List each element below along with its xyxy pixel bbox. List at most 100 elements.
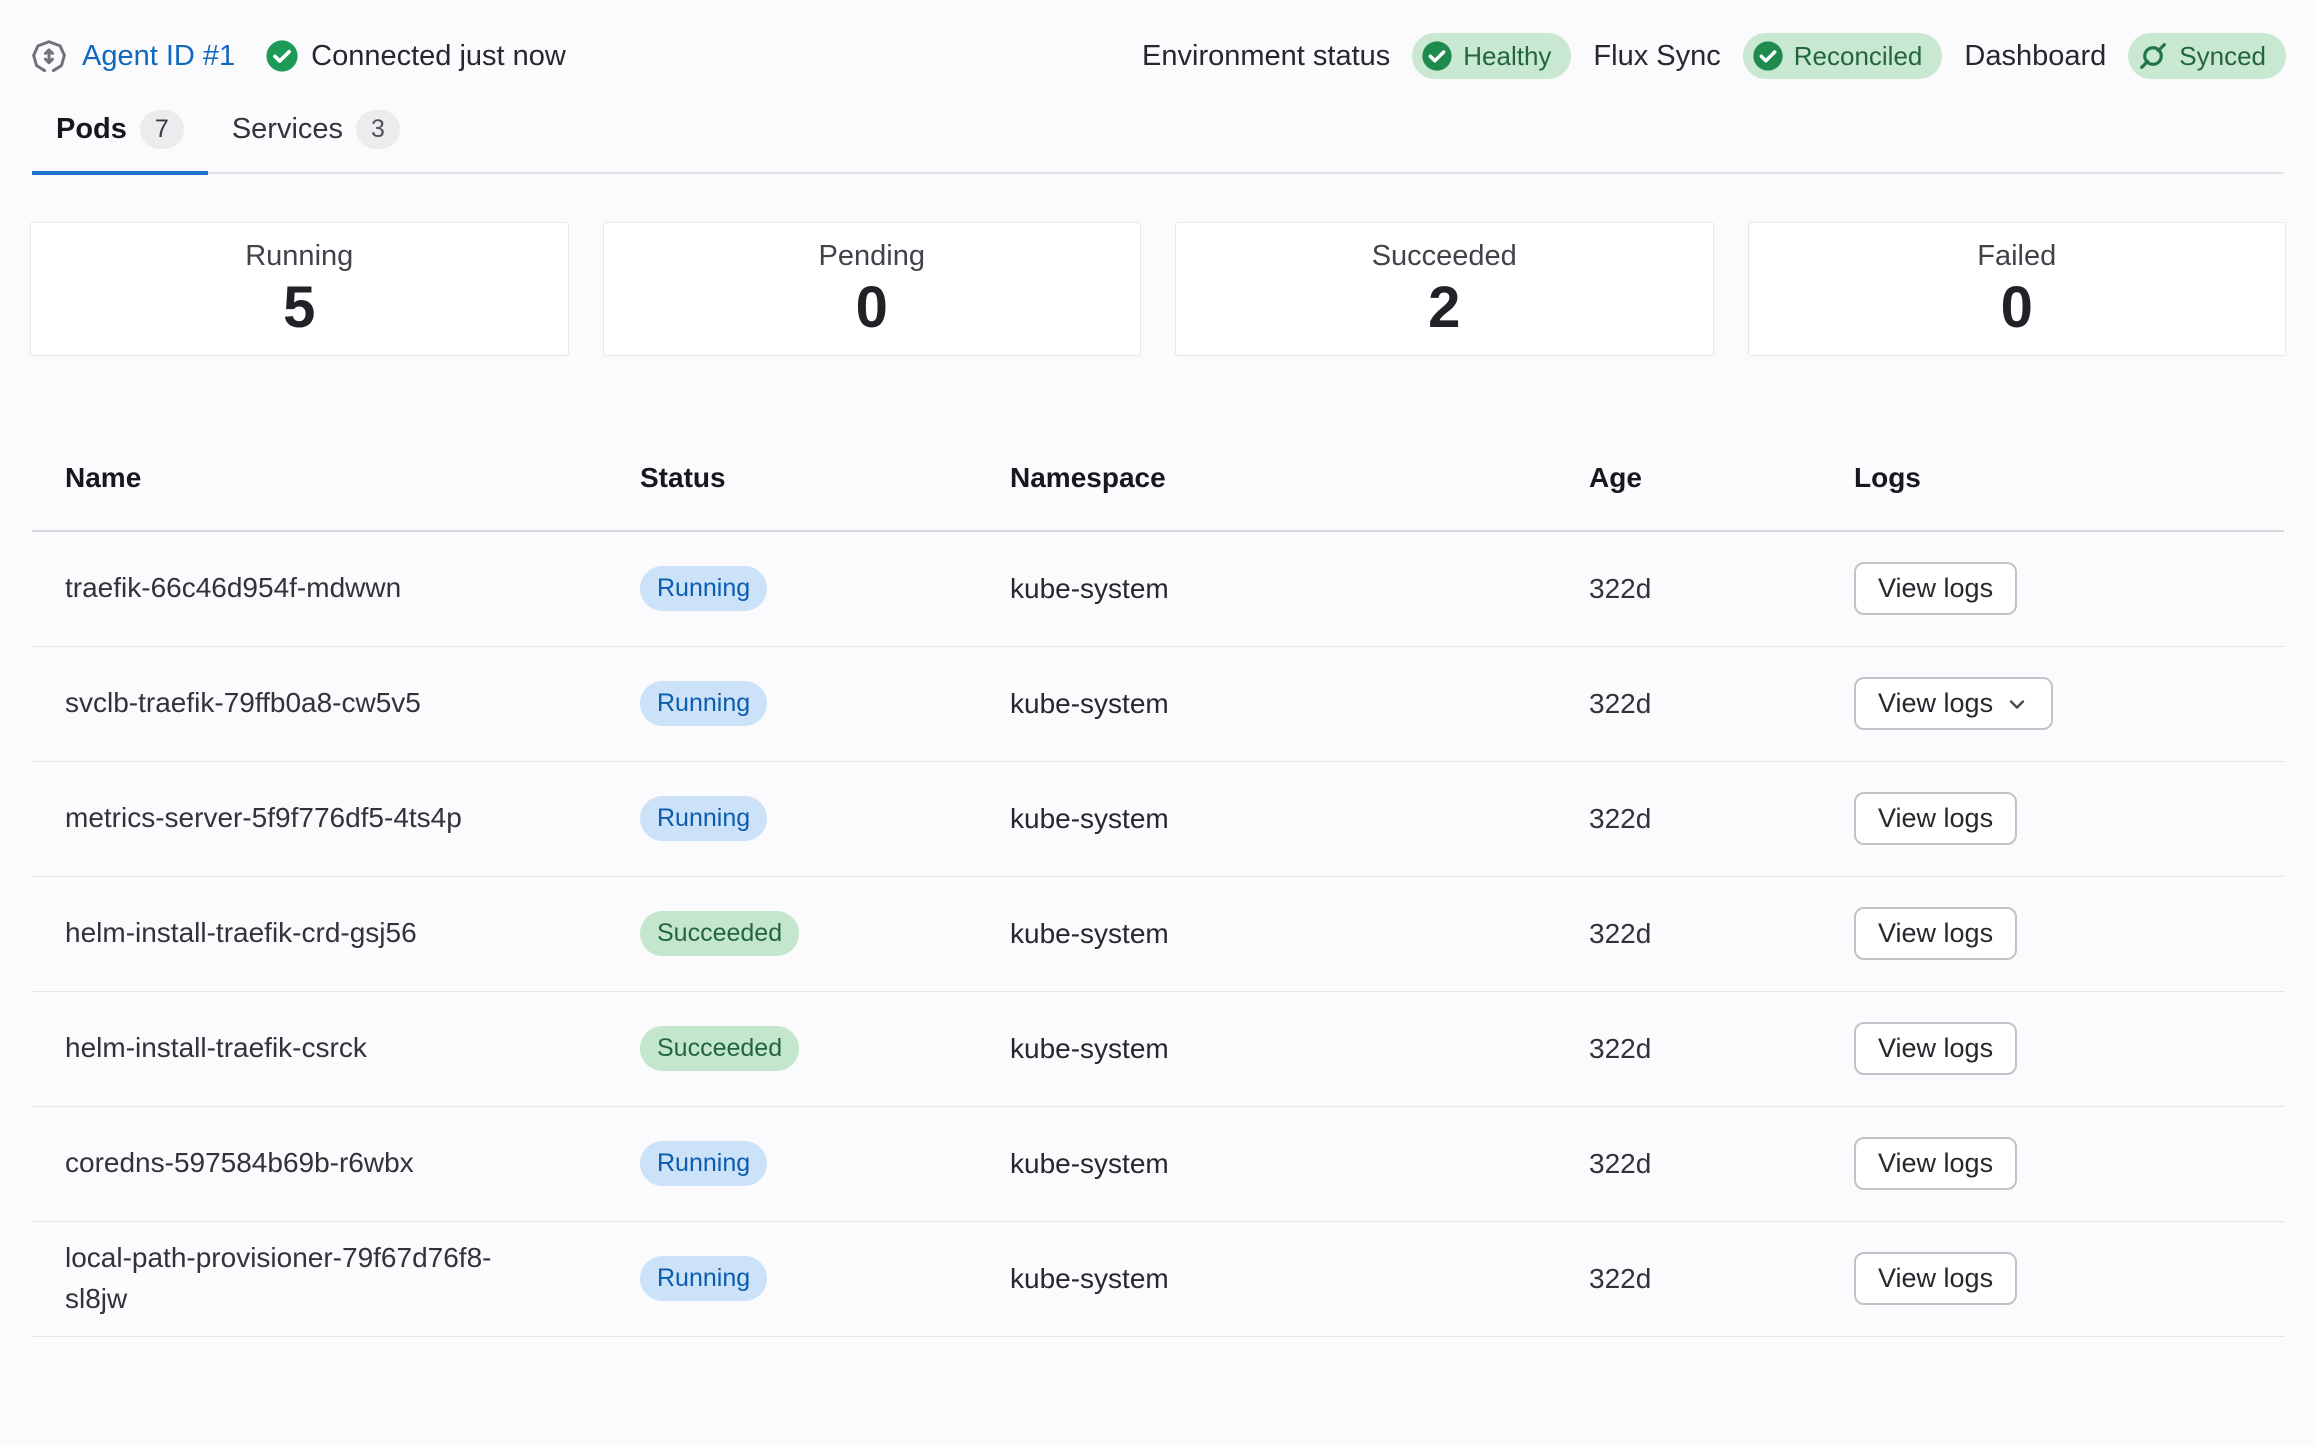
- tab-pods[interactable]: Pods 7: [32, 100, 208, 175]
- pod-namespace: kube-system: [1010, 918, 1577, 950]
- pod-status-cell: Running: [640, 796, 1010, 841]
- tab-services-count-badge: 3: [356, 110, 400, 149]
- pod-name: metrics-server-5f9f776df5-4ts4p: [65, 798, 640, 839]
- view-logs-button[interactable]: View logs: [1854, 1022, 2017, 1075]
- reconciled-badge: Reconciled: [1743, 33, 1943, 79]
- status-badge: Running: [640, 796, 767, 841]
- view-logs-button[interactable]: View logs: [1854, 1252, 2017, 1305]
- tab-bar: Pods 7 Services 3: [32, 100, 2284, 174]
- healthy-badge: Healthy: [1412, 33, 1571, 79]
- stat-card-value: 2: [1428, 279, 1460, 337]
- tab-services[interactable]: Services 3: [208, 100, 424, 175]
- pod-logs-cell: View logs: [1854, 677, 2284, 730]
- environment-status-label: Environment status: [1142, 40, 1390, 73]
- pod-logs-cell: View logs: [1854, 792, 2284, 845]
- pod-status-cell: Succeeded: [640, 911, 1010, 956]
- connection-status-text: Connected just now: [311, 40, 566, 73]
- view-logs-label: View logs: [1878, 1263, 1993, 1294]
- view-logs-label: View logs: [1878, 1033, 1993, 1064]
- pod-logs-cell: View logs: [1854, 1252, 2284, 1305]
- stat-card-title: Succeeded: [1372, 240, 1517, 273]
- pod-logs-cell: View logs: [1854, 907, 2284, 960]
- pod-age: 322d: [1577, 1263, 1854, 1295]
- table-row: metrics-server-5f9f776df5-4ts4p Running …: [32, 762, 2284, 877]
- table-header-row: Name Status Namespace Age Logs: [32, 448, 2284, 532]
- view-logs-label: View logs: [1878, 573, 1993, 604]
- pod-age: 322d: [1577, 1148, 1854, 1180]
- check-circle-icon: [1752, 40, 1784, 72]
- pod-namespace: kube-system: [1010, 803, 1577, 835]
- pod-logs-cell: View logs: [1854, 562, 2284, 615]
- tab-pods-label: Pods: [56, 113, 127, 146]
- stat-card-succeeded: Succeeded 2: [1175, 222, 1714, 356]
- table-row: helm-install-traefik-csrck Succeeded kub…: [32, 992, 2284, 1107]
- pod-age: 322d: [1577, 803, 1854, 835]
- column-header-age: Age: [1577, 462, 1854, 494]
- stat-card-pending: Pending 0: [603, 222, 1142, 356]
- tab-pods-count-badge: 7: [140, 110, 184, 149]
- view-logs-button[interactable]: View logs: [1854, 907, 2017, 960]
- flux-sync-label: Flux Sync: [1593, 40, 1720, 73]
- stat-card-value: 5: [283, 279, 315, 337]
- reconciled-badge-text: Reconciled: [1794, 41, 1923, 72]
- pod-status-cell: Running: [640, 566, 1010, 611]
- stat-card-title: Failed: [1977, 240, 2056, 273]
- pod-name: svclb-traefik-79ffb0a8-cw5v5: [65, 683, 640, 724]
- pod-age: 322d: [1577, 573, 1854, 605]
- dashboard-label: Dashboard: [1964, 40, 2106, 73]
- pod-status-cell: Running: [640, 681, 1010, 726]
- pod-summary-cards: Running 5 Pending 0 Succeeded 2 Failed 0: [30, 222, 2286, 356]
- status-badge: Running: [640, 566, 767, 611]
- stat-card-value: 0: [2001, 279, 2033, 337]
- stat-card-running: Running 5: [30, 222, 569, 356]
- agent-id-link[interactable]: Agent ID #1: [82, 40, 235, 73]
- status-badge: Running: [640, 681, 767, 726]
- pod-logs-cell: View logs: [1854, 1137, 2284, 1190]
- pod-name: traefik-66c46d954f-mdwwn: [65, 568, 640, 609]
- agent-heptagon-icon: [30, 37, 68, 75]
- view-logs-label: View logs: [1878, 688, 1993, 719]
- synced-badge-text: Synced: [2179, 41, 2266, 72]
- environment-badges: Environment status Healthy Flux Sync Rec…: [1142, 33, 2286, 79]
- agent-connection-group: Agent ID #1 Connected just now: [30, 37, 566, 75]
- table-row: helm-install-traefik-crd-gsj56 Succeeded…: [32, 877, 2284, 992]
- tab-services-label: Services: [232, 113, 343, 146]
- pod-name: coredns-597584b69b-r6wbx: [65, 1143, 640, 1184]
- pod-name: helm-install-traefik-crd-gsj56: [65, 913, 640, 954]
- column-header-namespace: Namespace: [1010, 462, 1577, 494]
- pod-namespace: kube-system: [1010, 573, 1577, 605]
- stat-card-title: Pending: [819, 240, 925, 273]
- pod-status-cell: Succeeded: [640, 1026, 1010, 1071]
- status-badge: Running: [640, 1141, 767, 1186]
- column-header-logs: Logs: [1854, 462, 2284, 494]
- synced-badge: Synced: [2128, 33, 2286, 79]
- healthy-badge-text: Healthy: [1463, 41, 1551, 72]
- sync-commit-icon: [2137, 40, 2169, 72]
- view-logs-label: View logs: [1878, 1148, 1993, 1179]
- pod-logs-cell: View logs: [1854, 1022, 2284, 1075]
- table-row: coredns-597584b69b-r6wbx Running kube-sy…: [32, 1107, 2284, 1222]
- status-badge: Running: [640, 1256, 767, 1301]
- pods-table-body: traefik-66c46d954f-mdwwn Running kube-sy…: [32, 532, 2284, 1337]
- pod-status-cell: Running: [640, 1256, 1010, 1301]
- pod-namespace: kube-system: [1010, 1033, 1577, 1065]
- view-logs-button[interactable]: View logs: [1854, 1137, 2017, 1190]
- view-logs-button[interactable]: View logs: [1854, 792, 2017, 845]
- table-row: traefik-66c46d954f-mdwwn Running kube-sy…: [32, 532, 2284, 647]
- pod-age: 322d: [1577, 1033, 1854, 1065]
- pod-name: helm-install-traefik-csrck: [65, 1028, 640, 1069]
- pod-age: 322d: [1577, 918, 1854, 950]
- table-row: svclb-traefik-79ffb0a8-cw5v5 Running kub…: [32, 647, 2284, 762]
- pod-namespace: kube-system: [1010, 1148, 1577, 1180]
- pod-namespace: kube-system: [1010, 1263, 1577, 1295]
- pod-status-cell: Running: [640, 1141, 1010, 1186]
- connection-status: Connected just now: [265, 39, 566, 73]
- view-logs-label: View logs: [1878, 918, 1993, 949]
- pod-age: 322d: [1577, 688, 1854, 720]
- status-badge: Succeeded: [640, 1026, 799, 1071]
- check-circle-icon: [1421, 40, 1453, 72]
- pod-name: local-path-provisioner-79f67d76f8-sl8jw: [65, 1238, 640, 1319]
- view-logs-button[interactable]: View logs: [1854, 677, 2053, 730]
- view-logs-button[interactable]: View logs: [1854, 562, 2017, 615]
- chevron-down-icon: [2005, 692, 2029, 716]
